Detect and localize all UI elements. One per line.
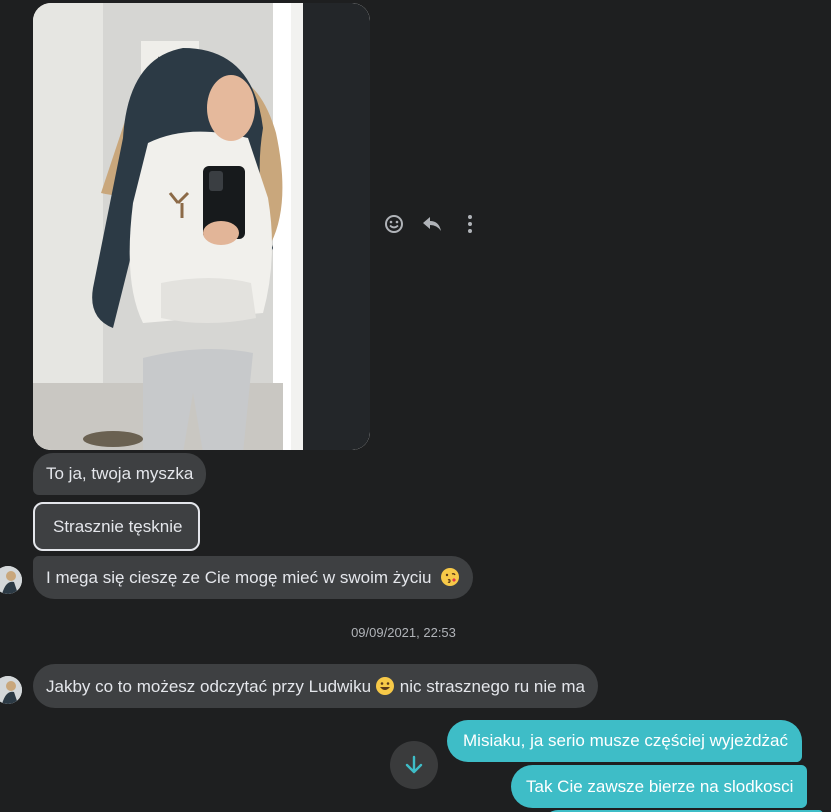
message-text: To ja, twoja myszka xyxy=(46,464,194,483)
smiley-icon[interactable] xyxy=(382,212,406,236)
grinning-face-icon xyxy=(376,677,395,695)
message-text: Misiaku, ja serio musze częściej wyjeżdż… xyxy=(463,731,788,750)
shared-photo[interactable] xyxy=(33,3,370,450)
message-actions xyxy=(382,212,482,236)
reply-icon[interactable] xyxy=(420,212,444,236)
message-timestamp: 09/09/2021, 22:53 xyxy=(351,625,456,640)
message-text: I mega się cieszę ze Cie mogę mieć w swo… xyxy=(46,568,432,587)
incoming-message[interactable]: Jakby co to możesz odczytać przy Ludwiku… xyxy=(33,664,598,708)
incoming-message[interactable]: To ja, twoja myszka xyxy=(33,453,207,495)
message-text-tail: nic strasznego ru nie ma xyxy=(395,677,585,696)
scroll-to-bottom-button[interactable] xyxy=(390,741,438,789)
message-text: Jakby co to możesz odczytać przy Ludwiku xyxy=(46,677,372,696)
message-text: Strasznie tęsknie xyxy=(53,517,183,536)
chat-thread: To ja, twoja myszka Strasznie tęsknie I … xyxy=(0,0,831,812)
message-text: Tak Cie zawsze bierze na slodkosci xyxy=(526,777,794,796)
avatar[interactable] xyxy=(0,566,22,594)
incoming-message-selected[interactable]: Strasznie tęsknie xyxy=(33,502,201,551)
more-vertical-icon[interactable] xyxy=(458,212,482,236)
outgoing-message[interactable]: Tak Cie zawsze bierze na slodkosci xyxy=(511,765,808,808)
outgoing-message[interactable]: Misiaku, ja serio musze częściej wyjeżdż… xyxy=(447,720,802,762)
incoming-message[interactable]: I mega się cieszę ze Cie mogę mieć w swo… xyxy=(33,556,474,599)
photo-image xyxy=(33,3,370,450)
kissing-face-icon xyxy=(441,568,460,586)
arrow-down-icon xyxy=(405,755,423,774)
avatar[interactable] xyxy=(0,676,22,704)
